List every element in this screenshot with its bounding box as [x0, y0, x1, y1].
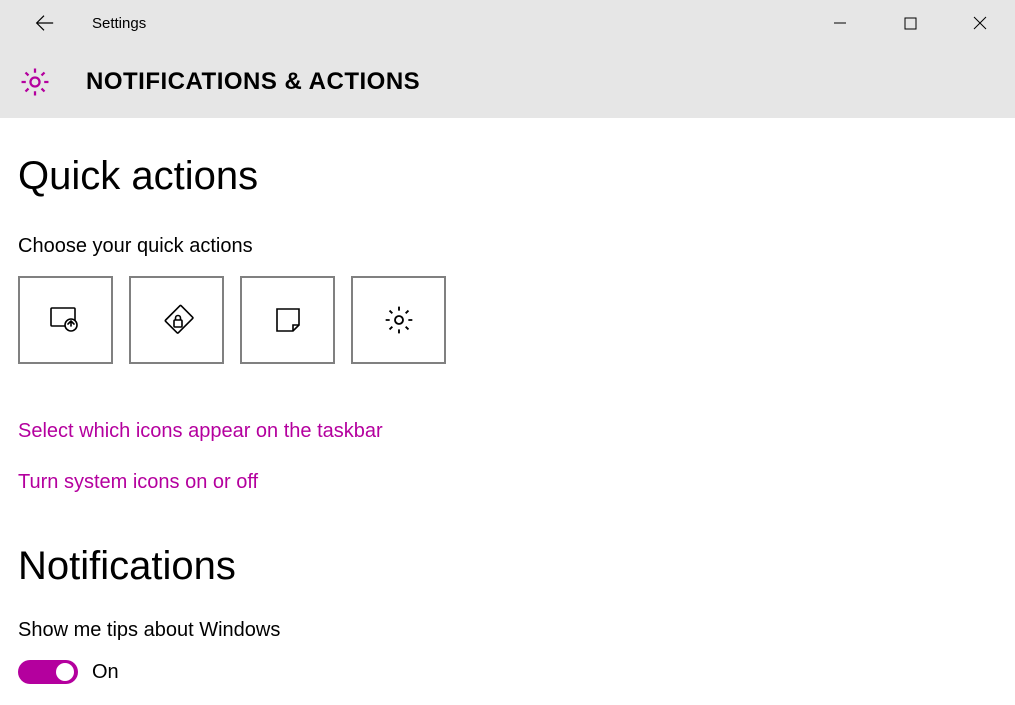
- titlebar: Settings: [0, 0, 1015, 46]
- maximize-button[interactable]: [875, 0, 945, 46]
- tips-toggle[interactable]: [18, 660, 78, 684]
- maximize-icon: [904, 17, 917, 30]
- taskbar-icons-link[interactable]: Select which icons appear on the taskbar: [18, 420, 1015, 443]
- minimize-icon: [833, 16, 847, 30]
- tips-toggle-row: On: [18, 660, 1015, 684]
- note-icon: [273, 305, 303, 335]
- quick-actions-row: [18, 276, 1015, 364]
- quick-action-rotation-lock[interactable]: [129, 276, 224, 364]
- content-area[interactable]: Quick actions Choose your quick actions: [0, 118, 1015, 705]
- tips-label: Show me tips about Windows: [18, 619, 1015, 642]
- gear-icon: [18, 65, 52, 99]
- back-button[interactable]: [24, 3, 64, 43]
- window-controls: [805, 0, 1015, 46]
- tips-toggle-state: On: [92, 661, 119, 684]
- notifications-heading: Notifications: [18, 544, 1015, 589]
- app-title: Settings: [92, 15, 146, 32]
- tablet-mode-icon: [49, 303, 83, 337]
- quick-action-tablet-mode[interactable]: [18, 276, 113, 364]
- page-header: NOTIFICATIONS & ACTIONS: [0, 46, 1015, 118]
- minimize-button[interactable]: [805, 0, 875, 46]
- system-icons-link[interactable]: Turn system icons on or off: [18, 471, 1015, 494]
- settings-icon: [383, 304, 415, 336]
- page-title: NOTIFICATIONS & ACTIONS: [86, 68, 420, 96]
- rotation-lock-icon: [160, 303, 194, 337]
- close-icon: [973, 16, 987, 30]
- close-button[interactable]: [945, 0, 1015, 46]
- quick-actions-subtitle: Choose your quick actions: [18, 235, 1015, 258]
- arrow-left-icon: [33, 12, 55, 34]
- quick-action-note[interactable]: [240, 276, 335, 364]
- quick-action-settings[interactable]: [351, 276, 446, 364]
- quick-actions-heading: Quick actions: [18, 154, 1015, 199]
- toggle-knob: [56, 663, 74, 681]
